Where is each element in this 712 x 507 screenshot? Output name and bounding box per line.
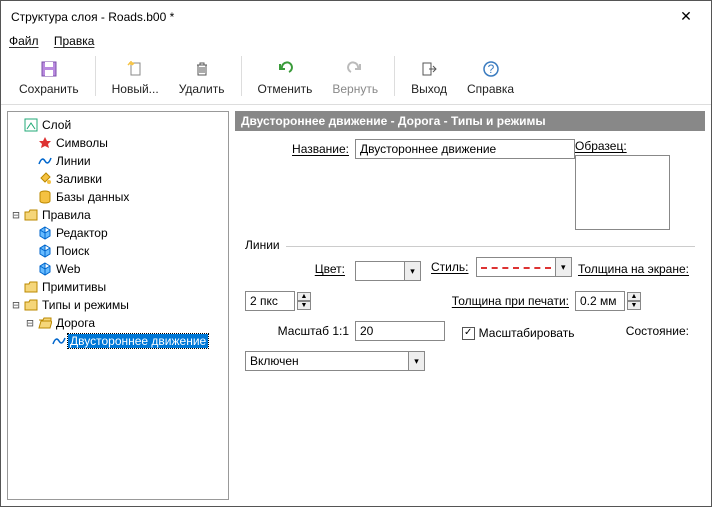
undo-button[interactable]: Отменить [248, 56, 323, 98]
sample-preview [575, 155, 670, 230]
chevron-down-icon: ▾ [404, 262, 420, 280]
tree-search[interactable]: Поиск [10, 242, 226, 260]
save-button[interactable]: Сохранить [9, 56, 89, 98]
screen-thickness-label: Толщина на экране: [575, 262, 695, 276]
menu-file[interactable]: Файл [9, 34, 39, 48]
svg-text:?: ? [487, 62, 494, 76]
print-thickness-label: Толщина при печати: [355, 294, 575, 308]
trash-icon [193, 58, 211, 80]
tree-fills[interactable]: Заливки [10, 170, 226, 188]
name-label: Название: [245, 142, 355, 156]
folder-icon [22, 208, 40, 222]
bucket-icon [36, 172, 54, 186]
help-button[interactable]: ? Справка [457, 56, 524, 98]
chevron-down-icon: ▾ [555, 258, 571, 276]
color-combo[interactable]: ▾ [355, 261, 421, 281]
checkbox-icon: ✓ [462, 327, 475, 340]
exit-icon [420, 58, 438, 80]
lines-group-label: Линии [245, 238, 286, 252]
new-button[interactable]: Новый... [102, 56, 169, 98]
wave-icon [36, 154, 54, 168]
style-combo[interactable]: ▾ [476, 257, 572, 277]
screen-thickness-spinner[interactable]: ▲▼ [245, 291, 311, 311]
tree-types[interactable]: ⊟Типы и режимы [10, 296, 226, 314]
cube-icon [36, 226, 54, 240]
cube-icon [36, 244, 54, 258]
new-icon [126, 58, 144, 80]
close-button[interactable]: ✕ [671, 8, 701, 25]
tree-view[interactable]: Слой Символы Линии Заливки Базы данных ⊟… [7, 111, 229, 500]
style-label: Стиль: [431, 260, 468, 274]
save-icon [40, 58, 58, 80]
tree-road[interactable]: ⊟Дорога [10, 314, 226, 332]
star-icon [36, 136, 54, 150]
tree-web[interactable]: Web [10, 260, 226, 278]
spin-up[interactable]: ▲ [297, 292, 311, 301]
tree-symbols[interactable]: Символы [10, 134, 226, 152]
tree-twoway[interactable]: Двустороннее движение [10, 332, 226, 350]
spin-up[interactable]: ▲ [627, 292, 641, 301]
help-icon: ? [482, 58, 500, 80]
sample-label: Образец: [575, 139, 695, 153]
exit-button[interactable]: Выход [401, 56, 457, 98]
database-icon [36, 190, 54, 204]
tree-primitives[interactable]: Примитивы [10, 278, 226, 296]
print-thickness-spinner[interactable]: ▲▼ [575, 291, 641, 311]
spin-down[interactable]: ▼ [297, 301, 311, 310]
folder-open-icon [36, 316, 54, 330]
delete-button[interactable]: Удалить [169, 56, 235, 98]
scale-checkbox[interactable]: ✓Масштабировать [462, 326, 575, 340]
redo-icon [346, 58, 364, 80]
tree-root[interactable]: Слой [10, 116, 226, 134]
spin-down[interactable]: ▼ [627, 301, 641, 310]
chevron-down-icon: ▾ [408, 352, 424, 370]
panel-header: Двустороннее движение - Дорога - Типы и … [235, 111, 705, 131]
folder-icon [22, 280, 40, 294]
state-label: Состояние: [575, 324, 695, 338]
tree-lines[interactable]: Линии [10, 152, 226, 170]
name-input[interactable] [355, 139, 575, 159]
state-combo[interactable]: Включен▾ [245, 351, 425, 371]
color-label: Цвет: [245, 262, 355, 276]
cube-icon [36, 262, 54, 276]
tree-db[interactable]: Базы данных [10, 188, 226, 206]
scale-label: Масштаб 1:1 [245, 324, 355, 338]
redo-button[interactable]: Вернуть [322, 56, 388, 98]
wave-icon [50, 334, 68, 348]
menu-edit[interactable]: Правка [54, 34, 95, 48]
folder-icon [22, 298, 40, 312]
undo-icon [276, 58, 294, 80]
tree-rules[interactable]: ⊟Правила [10, 206, 226, 224]
layer-icon [22, 118, 40, 132]
scale-input[interactable] [355, 321, 445, 341]
window-title: Структура слоя - Roads.b00 * [11, 10, 671, 24]
tree-editor[interactable]: Редактор [10, 224, 226, 242]
